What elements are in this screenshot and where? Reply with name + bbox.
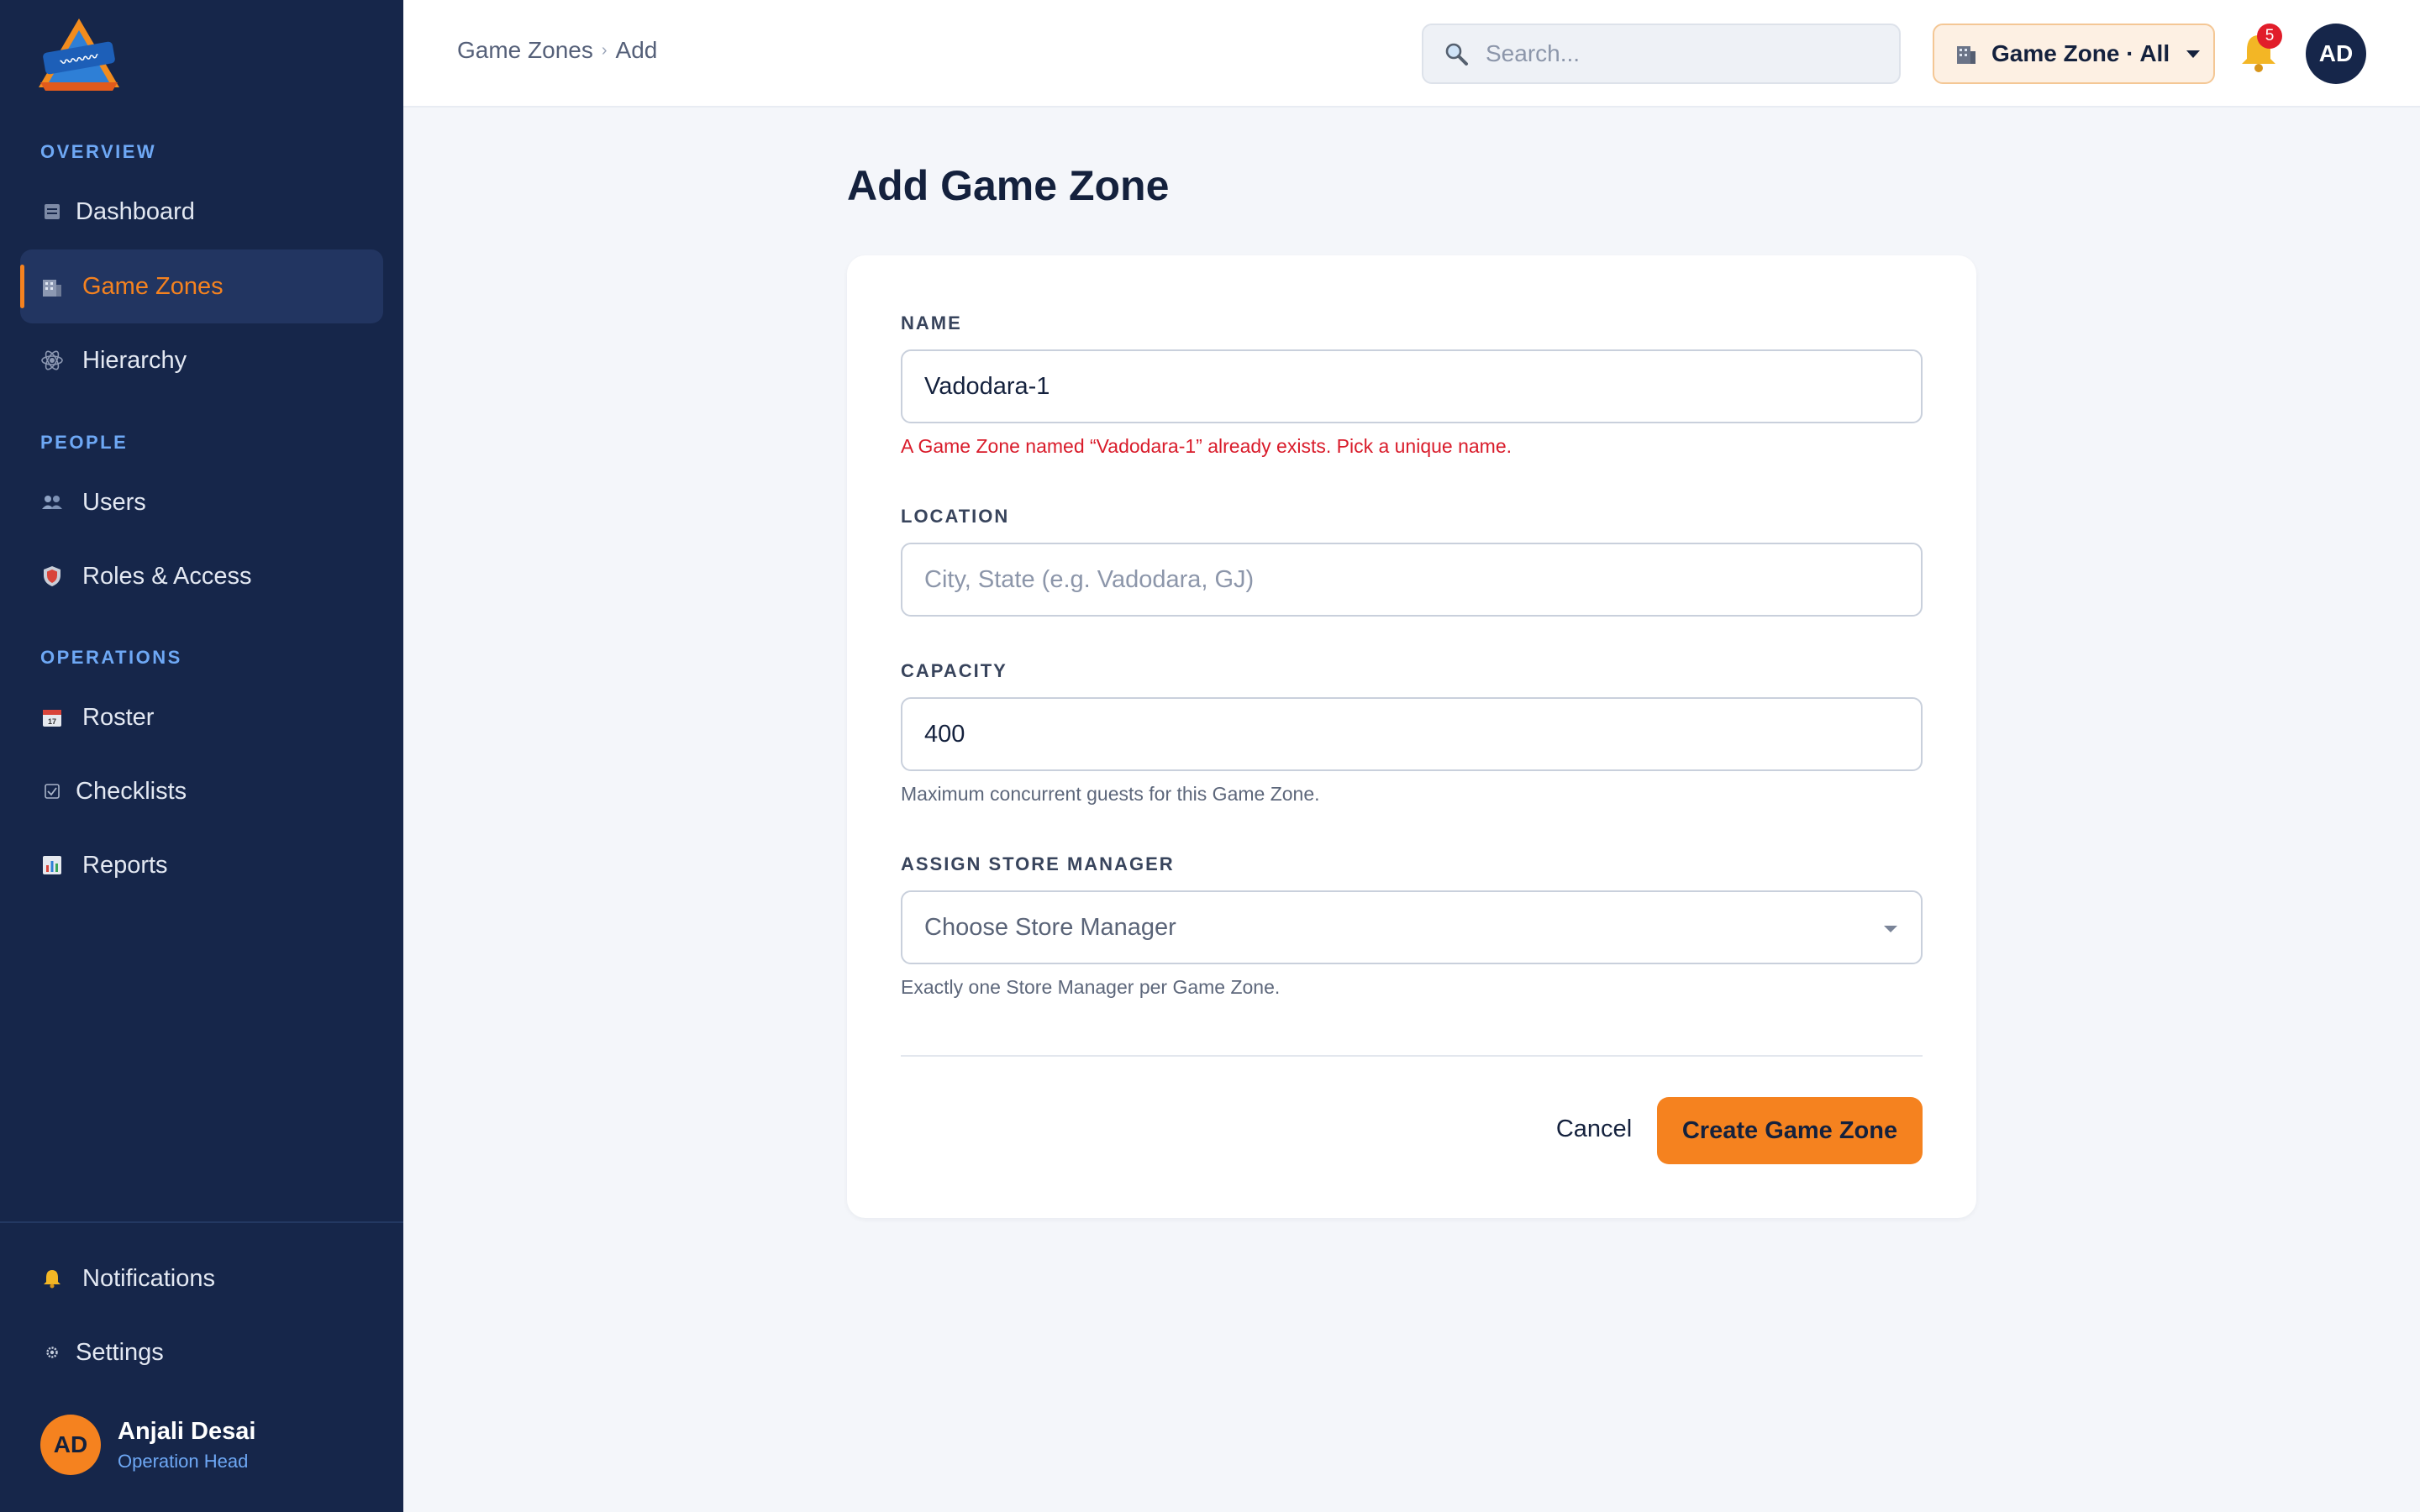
sidebar-item-users[interactable]: Users bbox=[20, 465, 383, 539]
store-manager-help-text: Exactly one Store Manager per Game Zone. bbox=[901, 976, 1281, 998]
shield-icon bbox=[40, 564, 64, 588]
capacity-help-text: Maximum concurrent guests for this Game … bbox=[901, 783, 1320, 805]
bar-chart-icon bbox=[40, 853, 64, 877]
cancel-button[interactable]: Cancel bbox=[1512, 1095, 1676, 1163]
sidebar-item-reports[interactable]: Reports bbox=[20, 828, 383, 902]
sidebar-divider bbox=[0, 1221, 403, 1223]
svg-text:17: 17 bbox=[48, 717, 56, 726]
section-title-overview: OVERVIEW bbox=[40, 141, 157, 162]
sidebar-item-label: Roster bbox=[82, 703, 155, 731]
location-input[interactable] bbox=[924, 565, 1899, 594]
sidebar-item-dashboard[interactable]: Dashboard bbox=[20, 175, 383, 249]
name-field[interactable] bbox=[901, 349, 1923, 423]
user-name: Anjali Desai bbox=[118, 1417, 256, 1445]
store-manager-select[interactable]: Choose Store Manager bbox=[901, 890, 1923, 964]
avatar[interactable]: AD bbox=[2306, 24, 2366, 84]
search-icon bbox=[1445, 43, 1468, 66]
page-title: Add Game Zone bbox=[847, 162, 1170, 209]
building-icon bbox=[40, 275, 64, 298]
search-box[interactable] bbox=[1422, 24, 1901, 84]
game-zone-selector[interactable]: Game Zone · All bbox=[1933, 24, 2215, 84]
sidebar-item-roles-access[interactable]: Roles & Access bbox=[20, 539, 383, 613]
building-icon bbox=[1957, 46, 1975, 64]
user-role: Operation Head bbox=[118, 1450, 249, 1472]
notification-count-badge: 5 bbox=[2257, 24, 2282, 49]
checkbox-icon bbox=[40, 780, 64, 803]
search-input[interactable] bbox=[1486, 40, 1872, 67]
current-user-card[interactable]: AD Anjali Desai Operation Head bbox=[40, 1415, 255, 1475]
sidebar-item-hierarchy[interactable]: Hierarchy bbox=[20, 323, 383, 397]
sidebar-item-settings[interactable]: Settings bbox=[20, 1315, 383, 1389]
breadcrumb-separator: › bbox=[601, 40, 608, 60]
breadcrumb-link-game-zones[interactable]: Game Zones bbox=[457, 37, 593, 64]
sidebar-item-label: Dashboard bbox=[76, 197, 195, 225]
sidebar-item-label: Notifications bbox=[82, 1264, 215, 1292]
store-manager-label: ASSIGN STORE MANAGER bbox=[901, 853, 1175, 874]
breadcrumb: Game Zones › Add bbox=[457, 37, 657, 64]
dashboard-icon bbox=[40, 200, 64, 223]
capacity-label: CAPACITY bbox=[901, 660, 1007, 681]
add-game-zone-form: NAME A Game Zone named “Vadodara-1” alre… bbox=[847, 255, 1976, 1218]
game-zone-selector-label: Game Zone · All bbox=[1991, 40, 2170, 66]
section-title-people: PEOPLE bbox=[40, 432, 129, 453]
capacity-input[interactable] bbox=[924, 720, 1899, 748]
sidebar-item-label: Reports bbox=[82, 851, 168, 879]
sidebar-item-notifications[interactable]: Notifications bbox=[20, 1242, 383, 1315]
location-field[interactable] bbox=[901, 543, 1923, 617]
sidebar: 〰〰〰 OVERVIEW Dashboard Game Zones Hierar… bbox=[0, 0, 403, 1512]
sidebar-item-label: Hierarchy bbox=[82, 346, 187, 374]
name-label: NAME bbox=[901, 312, 962, 333]
topbar: Game Zones › Add Game Zone · All 5 AD bbox=[403, 0, 2420, 108]
chevron-down-icon bbox=[2186, 50, 2201, 58]
form-divider bbox=[901, 1055, 1923, 1057]
sidebar-item-checklists[interactable]: Checklists bbox=[20, 754, 383, 828]
sidebar-item-game-zones[interactable]: Game Zones bbox=[20, 249, 383, 323]
chevron-down-icon bbox=[1884, 926, 1897, 932]
avatar: AD bbox=[40, 1415, 101, 1475]
store-manager-placeholder: Choose Store Manager bbox=[924, 913, 1176, 941]
calendar-icon: 17 bbox=[40, 706, 64, 729]
hierarchy-icon bbox=[40, 349, 64, 372]
gear-icon bbox=[40, 1341, 64, 1364]
sidebar-item-label: Roles & Access bbox=[82, 562, 252, 590]
capacity-field[interactable] bbox=[901, 697, 1923, 771]
sidebar-item-label: Users bbox=[82, 488, 146, 516]
sidebar-item-label: Game Zones bbox=[82, 272, 224, 300]
name-input[interactable] bbox=[924, 372, 1899, 401]
breadcrumb-current: Add bbox=[615, 37, 658, 63]
sidebar-item-roster[interactable]: 17 Roster bbox=[20, 680, 383, 754]
section-title-operations: OPERATIONS bbox=[40, 647, 182, 668]
users-icon bbox=[40, 491, 64, 514]
location-label: LOCATION bbox=[901, 506, 1010, 527]
create-game-zone-button[interactable]: Create Game Zone bbox=[1657, 1097, 1923, 1164]
bell-icon bbox=[40, 1267, 64, 1290]
name-error-message: A Game Zone named “Vadodara-1” already e… bbox=[901, 435, 1512, 457]
sidebar-item-label: Settings bbox=[76, 1338, 164, 1366]
app-logo[interactable]: 〰〰〰 bbox=[32, 15, 126, 92]
sidebar-item-label: Checklists bbox=[76, 777, 187, 805]
